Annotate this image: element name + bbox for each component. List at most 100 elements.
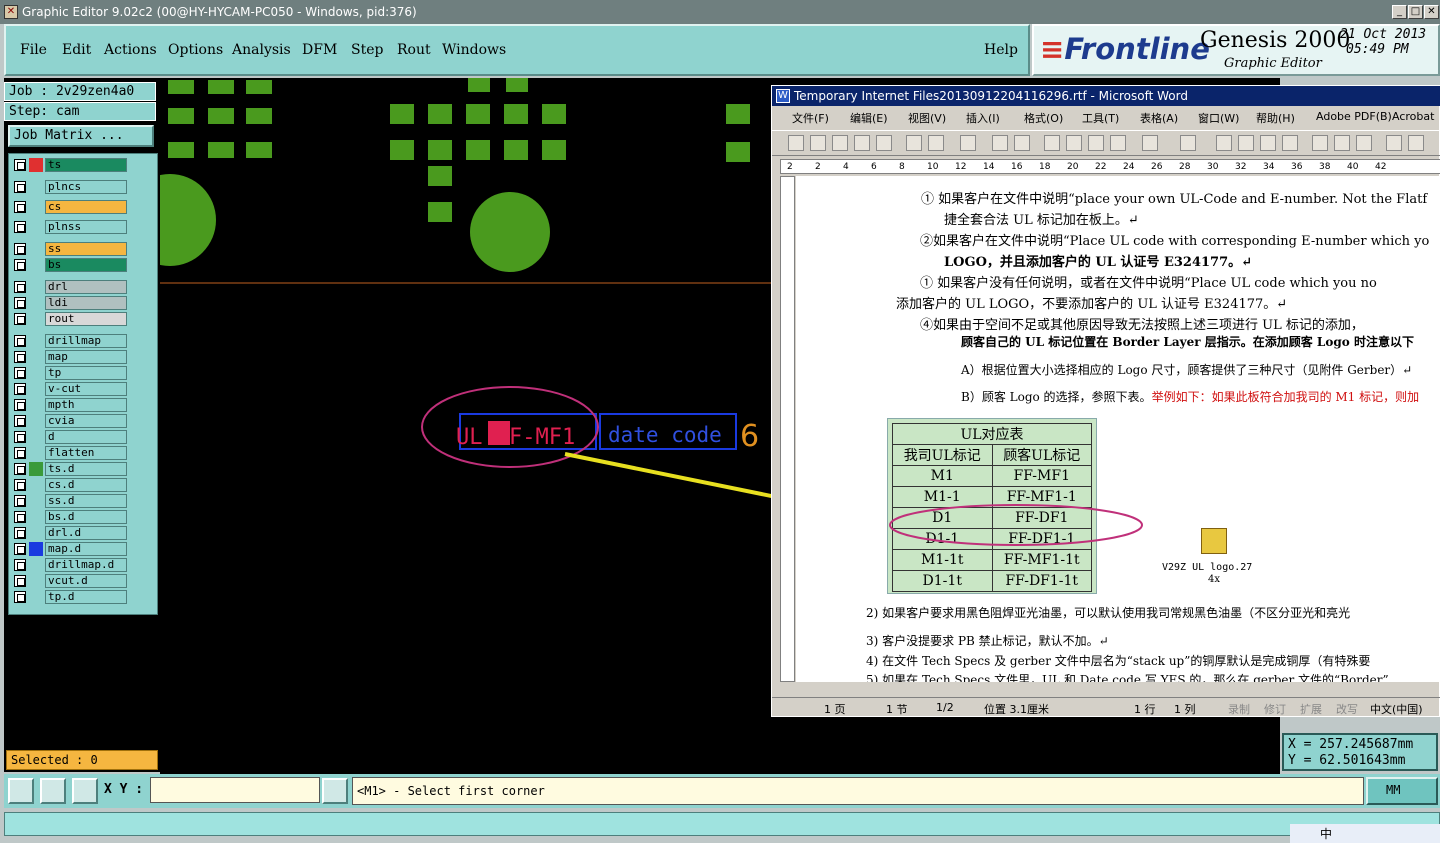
permission-icon[interactable] <box>854 135 870 151</box>
word-menu-insert[interactable]: 插入(I) <box>966 110 1000 126</box>
layer-name[interactable]: cs <box>45 200 127 214</box>
layer-row-plncs[interactable]: plncs <box>12 180 132 194</box>
menu-help[interactable]: Help <box>984 42 1018 58</box>
layer-name[interactable]: flatten <box>45 446 127 460</box>
maximize-button[interactable]: □ <box>1408 5 1423 19</box>
layer-name[interactable]: ts.d <box>45 462 127 476</box>
vertical-ruler[interactable] <box>780 176 795 682</box>
menu-rout[interactable]: Rout <box>397 42 431 58</box>
layer-name[interactable]: mpth <box>45 398 127 412</box>
layer-name[interactable]: cvia <box>45 414 127 428</box>
layer-color-swatch[interactable] <box>29 200 43 214</box>
layer-row-ss.d[interactable]: ss.d <box>12 494 132 508</box>
layer-checkbox[interactable] <box>14 527 26 539</box>
job-field[interactable]: Job : 2v29zen4a0 <box>4 82 156 101</box>
menu-file[interactable]: File <box>20 42 47 58</box>
app-icon[interactable]: ✕ <box>4 5 18 19</box>
word-menu-view[interactable]: 视图(V) <box>908 110 946 126</box>
minimize-button[interactable]: _ <box>1392 5 1407 19</box>
job-matrix-button[interactable]: Job Matrix ... <box>8 125 154 147</box>
layer-checkbox[interactable] <box>14 259 26 271</box>
layer-checkbox[interactable] <box>14 479 26 491</box>
save-icon[interactable] <box>832 135 848 151</box>
layer-name[interactable]: ts <box>45 158 127 172</box>
step-field[interactable]: Step: cam <box>4 102 156 121</box>
layer-name[interactable]: ldi <box>45 296 127 310</box>
layer-row-drillmap.d[interactable]: drillmap.d <box>12 558 132 572</box>
word-menu-format[interactable]: 格式(O) <box>1024 110 1063 126</box>
layer-checkbox[interactable] <box>14 335 26 347</box>
layer-name[interactable]: plnss <box>45 220 127 234</box>
layer-color-swatch[interactable] <box>29 510 43 524</box>
info-icon[interactable] <box>322 778 348 804</box>
layer-color-swatch[interactable] <box>29 382 43 396</box>
layer-color-swatch[interactable] <box>29 526 43 540</box>
columns-icon[interactable] <box>1312 135 1328 151</box>
layer-color-swatch[interactable] <box>29 558 43 572</box>
layer-checkbox[interactable] <box>14 447 26 459</box>
menu-windows[interactable]: Windows <box>442 42 506 58</box>
word-menu-table[interactable]: 表格(A) <box>1140 110 1178 126</box>
layer-color-swatch[interactable] <box>29 350 43 364</box>
spelling-icon[interactable] <box>992 135 1008 151</box>
layer-row-tp[interactable]: tp <box>12 366 132 380</box>
layer-checkbox[interactable] <box>14 511 26 523</box>
open-icon[interactable] <box>810 135 826 151</box>
word-menu-window[interactable]: 窗口(W) <box>1198 110 1239 126</box>
layer-name[interactable]: v-cut <box>45 382 127 396</box>
layer-name[interactable]: drillmap.d <box>45 558 127 572</box>
layer-row-rout[interactable]: rout <box>12 312 132 326</box>
layer-checkbox[interactable] <box>14 399 26 411</box>
layer-color-swatch[interactable] <box>29 180 43 194</box>
layer-checkbox[interactable] <box>14 415 26 427</box>
ul-marking[interactable]: UL FF-MF1 <box>456 413 597 450</box>
layer-color-swatch[interactable] <box>29 398 43 412</box>
menu-actions[interactable]: Actions <box>104 42 157 58</box>
email-icon[interactable] <box>876 135 892 151</box>
word-window[interactable]: Temporary Internet Files2013091220411629… <box>771 85 1440 717</box>
layer-color-swatch[interactable] <box>29 366 43 380</box>
insert-excel-icon[interactable] <box>1282 135 1298 151</box>
units-selector[interactable]: MM <box>1366 777 1438 805</box>
status-record[interactable]: 录制 <box>1228 701 1250 717</box>
layer-row-cvia[interactable]: cvia <box>12 414 132 428</box>
layer-row-cs.d[interactable]: cs.d <box>12 478 132 492</box>
layer-color-swatch[interactable] <box>29 280 43 294</box>
word-menu-tools[interactable]: 工具(T) <box>1082 110 1119 126</box>
layer-name[interactable]: drl.d <box>45 526 127 540</box>
layer-checkbox[interactable] <box>14 297 26 309</box>
layer-checkbox[interactable] <box>14 281 26 293</box>
tables-borders-icon[interactable] <box>1238 135 1254 151</box>
layer-row-bs[interactable]: bs <box>12 258 132 272</box>
trad-chinese-icon[interactable] <box>960 135 976 151</box>
layer-checkbox[interactable] <box>14 313 26 325</box>
layer-name[interactable]: cs.d <box>45 478 127 492</box>
layer-color-swatch[interactable] <box>29 414 43 428</box>
layer-name[interactable]: rout <box>45 312 127 326</box>
layer-name[interactable]: drl <box>45 280 127 294</box>
layer-name[interactable]: bs <box>45 258 127 272</box>
layer-checkbox[interactable] <box>14 351 26 363</box>
layer-checkbox[interactable] <box>14 181 26 193</box>
horizontal-ruler[interactable]: 2 2 4 6 8 10 12 14 16 18 20 22 24 26 28 30 32 34 36 38 40 42 <box>780 159 1440 174</box>
layer-checkbox[interactable] <box>14 431 26 443</box>
layer-row-cs[interactable]: cs <box>12 200 132 214</box>
layer-name[interactable]: plncs <box>45 180 127 194</box>
layer-name[interactable]: tp.d <box>45 590 127 604</box>
layer-name[interactable]: vcut.d <box>45 574 127 588</box>
layer-row-flatten[interactable]: flatten <box>12 446 132 460</box>
layer-row-vcut.d[interactable]: vcut.d <box>12 574 132 588</box>
layer-checkbox[interactable] <box>14 591 26 603</box>
date-code-marking[interactable]: date code <box>599 413 737 450</box>
layer-checkbox[interactable] <box>14 543 26 555</box>
show-hide-icon[interactable] <box>1386 135 1402 151</box>
status-overwrite[interactable]: 改写 <box>1336 701 1358 717</box>
layer-row-tp.d[interactable]: tp.d <box>12 590 132 604</box>
layer-name[interactable]: d <box>45 430 127 444</box>
attachment-icon[interactable] <box>1201 528 1227 554</box>
layer-checkbox[interactable] <box>14 575 26 587</box>
layer-color-swatch[interactable] <box>29 542 43 556</box>
layer-checkbox[interactable] <box>14 367 26 379</box>
undo-icon[interactable] <box>1142 135 1158 151</box>
layer-checkbox[interactable] <box>14 243 26 255</box>
